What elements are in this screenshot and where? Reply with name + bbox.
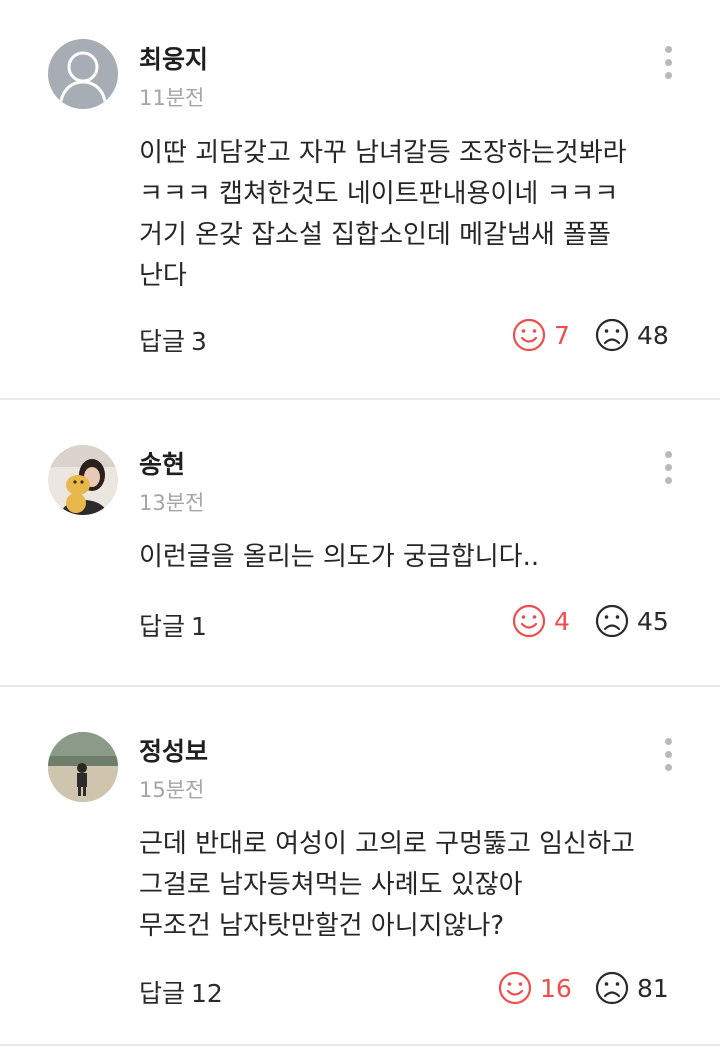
reply-button[interactable]: 답글 3: [139, 322, 207, 358]
smile-face-icon: [512, 318, 546, 352]
like-count: 4: [554, 606, 570, 636]
more-vertical-icon[interactable]: [658, 450, 678, 490]
frown-face-icon: [595, 318, 629, 352]
comment-timestamp: 13분전: [139, 491, 205, 515]
reply-button[interactable]: 답글 12: [139, 974, 223, 1010]
dislike-button[interactable]: 48: [595, 318, 669, 352]
comment-body-line: 근데 반대로 여성이 고의로 구멍뚫고 임신하고: [139, 829, 635, 859]
comment-body-line: 무조건 남자탓만할건 아니지않나?: [139, 911, 505, 941]
comment-author[interactable]: 송현: [139, 445, 185, 481]
like-button[interactable]: 4: [512, 604, 570, 638]
comment-body-line: ㅋㅋㅋ 캡쳐한것도 네이트판내용이네 ㅋㅋㅋ: [139, 179, 619, 209]
comment-item: 최웅지 11분전 이딴 괴담갖고 자꾸 남녀갈등 조장하는것봐라 ㅋㅋㅋ 캡쳐한…: [0, 0, 720, 400]
comment-body-line: 이런글을 올리는 의도가 궁금합니다..: [139, 542, 540, 572]
reply-label: 답글: [139, 327, 186, 356]
reply-count: 12: [191, 979, 223, 1008]
more-vertical-icon[interactable]: [658, 737, 678, 777]
more-vertical-icon[interactable]: [658, 45, 678, 85]
like-button[interactable]: 16: [498, 971, 572, 1005]
smile-face-icon: [512, 604, 546, 638]
dislike-count: 48: [637, 320, 669, 350]
frown-face-icon: [595, 971, 629, 1005]
comment-author[interactable]: 정성보: [139, 732, 208, 768]
comment-body-line: 거기 온갖 잡소설 집합소인데 메갈냄새 폴폴: [139, 220, 611, 250]
comment-timestamp: 15분전: [139, 778, 205, 802]
reply-label: 답글: [139, 612, 186, 641]
profile-photo-icon[interactable]: [48, 732, 118, 802]
reply-button[interactable]: 답글 1: [139, 607, 207, 643]
default-avatar-icon[interactable]: [48, 39, 118, 109]
reply-label: 답글: [139, 979, 186, 1008]
comment-body: 근데 반대로 여성이 고의로 구멍뚫고 임신하고 그걸로 남자등쳐먹는 사례도 …: [139, 824, 699, 947]
comment-item: 송현 13분전 이런글을 올리는 의도가 궁금합니다.. 답글 1 4 45: [0, 400, 720, 687]
frown-face-icon: [595, 604, 629, 638]
profile-photo-icon[interactable]: [48, 445, 118, 515]
like-count: 7: [554, 320, 570, 350]
comment-timestamp: 11분전: [139, 86, 205, 110]
comment-body-line: 그걸로 남자등쳐먹는 사례도 있잖아: [139, 870, 523, 900]
dislike-count: 45: [637, 606, 669, 636]
comment-body-line: 이딴 괴담갖고 자꾸 남녀갈등 조장하는것봐라: [139, 138, 627, 168]
dislike-count: 81: [637, 973, 669, 1003]
dislike-button[interactable]: 81: [595, 971, 669, 1005]
reply-count: 3: [191, 327, 207, 356]
smile-face-icon: [498, 971, 532, 1005]
reply-count: 1: [191, 612, 207, 641]
comment-author[interactable]: 최웅지: [139, 40, 208, 76]
like-button[interactable]: 7: [512, 318, 570, 352]
dislike-button[interactable]: 45: [595, 604, 669, 638]
comment-item: 정성보 15분전 근데 반대로 여성이 고의로 구멍뚫고 임신하고 그걸로 남자…: [0, 687, 720, 1046]
comment-body: 이딴 괴담갖고 자꾸 남녀갈등 조장하는것봐라 ㅋㅋㅋ 캡쳐한것도 네이트판내용…: [139, 133, 699, 297]
comment-body: 이런글을 올리는 의도가 궁금합니다..: [139, 537, 699, 578]
like-count: 16: [540, 973, 572, 1003]
comment-body-line: 난다: [139, 261, 187, 291]
